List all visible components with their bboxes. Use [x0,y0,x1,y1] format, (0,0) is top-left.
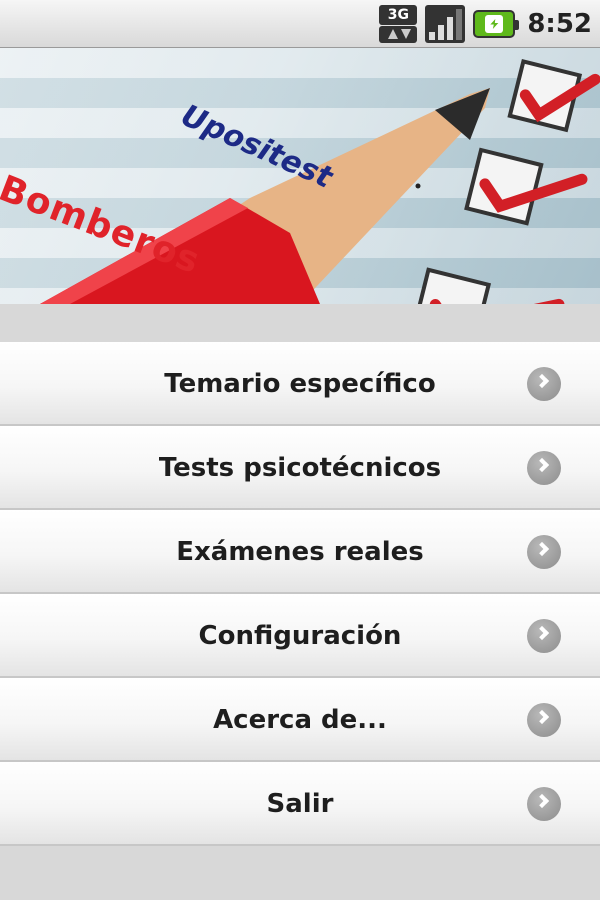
menu-item-label: Exámenes reales [176,537,424,567]
chevron-right-icon [527,451,561,485]
signal-icon [425,5,466,43]
menu-item-examenes[interactable]: Exámenes reales [0,510,600,594]
status-bar: 3G 8:52 [0,0,600,48]
menu-item-label: Tests psicotécnicos [158,453,442,483]
status-icons: 3G 8:52 [379,5,592,43]
menu-item-temario[interactable]: Temario específico [0,342,600,426]
menu-item-configuracion[interactable]: Configuración [0,594,600,678]
menu-item-label: Acerca de... [213,705,387,735]
menu-item-label: Configuración [198,621,402,651]
network-3g-icon: 3G [379,5,418,43]
menu-item-salir[interactable]: Salir [0,762,600,846]
menu-item-label: Salir [266,789,334,819]
menu-item-tests[interactable]: Tests psicotécnicos [0,426,600,510]
network-type-label: 3G [379,5,418,25]
data-activity-icon [379,26,418,43]
banner-image: Upositest Bomberos [0,48,600,304]
chevron-right-icon [527,619,561,653]
menu-item-acerca[interactable]: Acerca de... [0,678,600,762]
chevron-right-icon [527,787,561,821]
chevron-right-icon [527,535,561,569]
main-menu: Temario específico Tests psicotécnicos E… [0,342,600,846]
chevron-right-icon [527,367,561,401]
clock: 8:52 [527,9,592,39]
menu-item-label: Temario específico [164,369,436,399]
battery-charging-icon [473,10,520,38]
chevron-right-icon [527,703,561,737]
